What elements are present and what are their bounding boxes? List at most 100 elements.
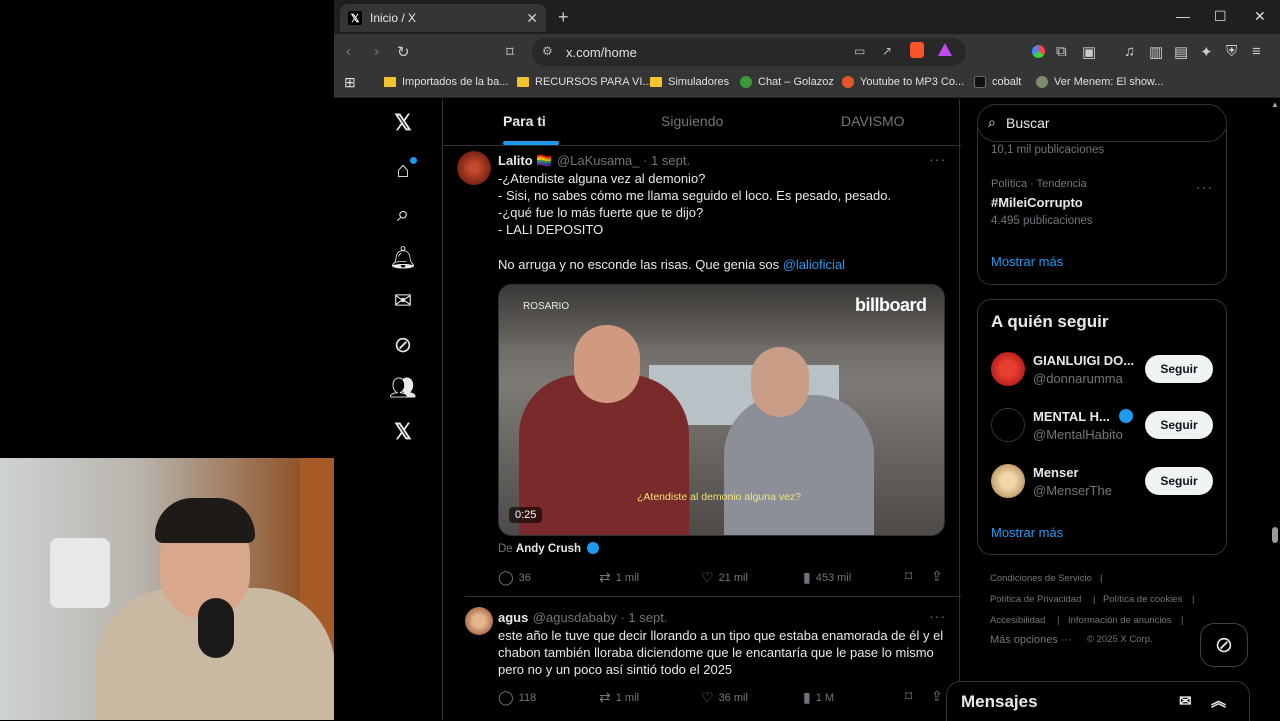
bookmark-post-icon[interactable]: ⌑	[905, 688, 912, 705]
author-name[interactable]: Lalito 🏳️‍🌈	[498, 153, 552, 168]
more-options-icon[interactable]: ···	[929, 608, 946, 624]
post-video[interactable]: ROSARIO billboard ¿Atendiste al demonio …	[498, 284, 945, 536]
repost-button[interactable]: ⇄ 1 mil	[599, 689, 639, 706]
author-name[interactable]: agus	[498, 610, 528, 625]
avatar[interactable]	[465, 607, 493, 635]
avatar[interactable]	[991, 352, 1025, 386]
new-tab-button[interactable]: +	[558, 7, 569, 28]
leo-ai-icon[interactable]: ✦	[1200, 43, 1213, 61]
apps-grid-icon[interactable]: ⊞	[344, 74, 356, 91]
footer-link[interactable]: Más opciones ···	[990, 634, 1072, 646]
forward-icon[interactable]: ›	[374, 43, 379, 60]
bookmark-item[interactable]: RECURSOS PARA VI...	[517, 76, 652, 88]
tab-siguiendo[interactable]: Siguiendo	[661, 113, 723, 129]
share-icon[interactable]: ↗	[882, 44, 892, 58]
grok-icon[interactable]: ⊘	[390, 332, 416, 358]
explore-search-icon[interactable]: ⌕	[390, 201, 416, 227]
like-button[interactable]: ♡ 21 mil	[701, 569, 748, 586]
page-scrollbar[interactable]: ▲	[1269, 99, 1280, 720]
share-post-icon[interactable]: ⇪	[931, 568, 943, 585]
bookmark-item[interactable]: Ver Menem: El show...	[1036, 76, 1163, 88]
brave-shield-icon[interactable]	[910, 42, 924, 58]
bookmark-item[interactable]: Importados de la ba...	[384, 76, 508, 88]
tab-close-icon[interactable]: ✕	[526, 10, 538, 27]
sidebar-icon[interactable]: ▥	[1149, 43, 1163, 61]
wallet-icon[interactable]: ▤	[1174, 43, 1188, 61]
author-handle[interactable]: @LaKusama_ · 1 sept.	[557, 153, 690, 168]
suggestion-name[interactable]: Menser	[1033, 465, 1079, 480]
reply-button[interactable]: ◯ 118	[498, 689, 536, 706]
home-icon[interactable]: ⌂	[390, 157, 417, 183]
menu-icon[interactable]: ≡	[1252, 43, 1261, 60]
tab-search-icon[interactable]: ▣	[1082, 43, 1096, 61]
footer-link[interactable]: Política de Privacidad	[990, 594, 1081, 605]
new-message-icon[interactable]: ✉	[1179, 692, 1192, 710]
address-bar[interactable]: ⚙ x.com/home ▭ ↗	[532, 38, 966, 66]
avatar[interactable]	[457, 151, 491, 185]
trend-options-icon[interactable]: ···	[1196, 179, 1213, 195]
like-button[interactable]: ♡ 36 mil	[701, 689, 748, 706]
post-header: agus @agusdababy · 1 sept.	[498, 609, 667, 627]
media-icon[interactable]: ♫	[1124, 43, 1135, 60]
bookmark-item[interactable]: cobalt	[974, 76, 1021, 88]
avatar[interactable]	[991, 464, 1025, 498]
bookmark-icon[interactable]: ⌑	[506, 43, 514, 61]
suggestion-handle: @MenserThe	[1033, 483, 1112, 498]
expand-chevron-icon[interactable]: ︽	[1211, 690, 1226, 711]
bookmark-item[interactable]: Chat – Golazoz	[740, 76, 834, 88]
person-hair	[155, 498, 255, 543]
minimize-button[interactable]: —	[1176, 8, 1190, 24]
mention-link[interactable]: @lalioficial	[783, 257, 845, 272]
footer-link[interactable]: Condiciones de Servicio	[990, 573, 1092, 584]
repost-button[interactable]: ⇄ 1 mil	[599, 569, 639, 586]
views-button[interactable]: ▮ 453 mil	[803, 569, 851, 586]
x-page: 𝕏 ⌂ ⌕ 🔔︎ ✉ ⊘ 👥︎ 𝕏 Para ti Siguiendo DAVI…	[334, 99, 1280, 721]
tab-davismo[interactable]: DAVISMO	[841, 113, 905, 129]
footer-link[interactable]: Información de anuncios	[1068, 615, 1172, 626]
bookmark-post-icon[interactable]: ⌑	[905, 568, 912, 585]
brave-rewards-icon[interactable]	[938, 43, 952, 56]
suggestion-name[interactable]: MENTAL H...	[1033, 409, 1110, 424]
follow-button[interactable]: Seguir	[1145, 355, 1213, 383]
author-handle[interactable]: @agusdababy · 1 sept.	[533, 610, 668, 625]
footer-link[interactable]: Política de cookies	[1103, 594, 1182, 605]
bookmark-item[interactable]: Simuladores	[650, 76, 729, 88]
tab-x-home[interactable]: 𝕏 Inicio / X ✕	[340, 4, 546, 32]
footer-link[interactable]: Accesibilidad	[990, 615, 1045, 626]
scroll-up-icon[interactable]: ▲	[1271, 100, 1279, 109]
bookmark-item[interactable]: Youtube to MP3 Co...	[842, 76, 964, 88]
follow-button[interactable]: Seguir	[1145, 467, 1213, 495]
extensions-icon[interactable]: ⧉	[1056, 43, 1067, 60]
more-options-icon[interactable]: ···	[929, 151, 946, 167]
cobalt-icon	[974, 76, 986, 88]
share-post-icon[interactable]: ⇪	[931, 688, 943, 705]
follow-button[interactable]: Seguir	[1145, 411, 1213, 439]
suggestion-name[interactable]: GIANLUIGI DO...	[1033, 353, 1134, 368]
source-name[interactable]: Andy Crush	[516, 543, 581, 555]
trend-count: 10,1 mil publicaciones	[991, 144, 1105, 156]
vpn-icon[interactable]: ⛨	[1226, 43, 1237, 60]
notifications-bell-icon[interactable]: 🔔︎	[389, 245, 417, 271]
site-info-icon[interactable]: ⚙	[542, 44, 553, 58]
footer-separator: |	[1192, 594, 1195, 605]
avatar[interactable]	[991, 408, 1025, 442]
grok-floating-button[interactable]: ⊘	[1200, 623, 1248, 667]
tab-para-ti[interactable]: Para ti	[503, 113, 546, 129]
show-more-link[interactable]: Mostrar más	[991, 254, 1063, 269]
back-icon[interactable]: ‹	[346, 43, 351, 60]
cast-icon[interactable]: ▭	[854, 44, 865, 58]
scrollbar-thumb[interactable]	[1272, 527, 1278, 543]
messages-mail-icon[interactable]: ✉	[390, 288, 416, 314]
x-logo-icon[interactable]: 𝕏	[390, 110, 416, 136]
extension-color-icon[interactable]	[1032, 45, 1045, 58]
reload-icon[interactable]: ↻	[397, 43, 410, 61]
reply-button[interactable]: ◯ 36	[498, 569, 531, 586]
show-more-link[interactable]: Mostrar más	[991, 525, 1063, 540]
maximize-button[interactable]: ☐	[1214, 8, 1227, 25]
video-location-label: ROSARIO	[523, 301, 570, 312]
views-button[interactable]: ▮ 1 M	[803, 689, 834, 706]
messages-drawer[interactable]: Mensajes ✉ ︽	[946, 681, 1250, 721]
premium-x-icon[interactable]: 𝕏	[390, 419, 416, 445]
communities-icon[interactable]: 👥︎	[389, 375, 417, 401]
close-window-button[interactable]: ✕	[1254, 8, 1266, 25]
